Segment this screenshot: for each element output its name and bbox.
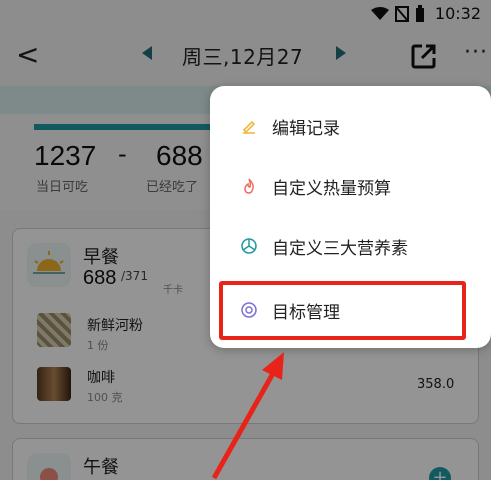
annotation-arrow: [211, 352, 284, 480]
